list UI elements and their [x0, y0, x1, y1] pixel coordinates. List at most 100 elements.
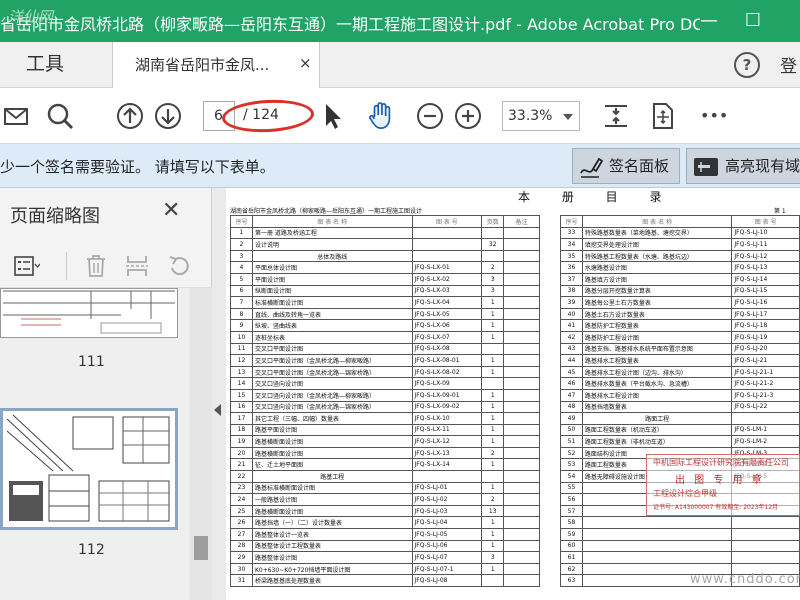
hand-tool-icon[interactable] — [366, 102, 396, 130]
table-cell: JFQ-S-LJ-19 — [731, 330, 800, 344]
options-list-icon[interactable] — [14, 256, 40, 276]
thumbnail-scrollbar[interactable] — [190, 288, 212, 600]
table-cell — [581, 539, 733, 553]
table-row: 51 路面工程数量表（非机动车道） JFQ-S-LM-2 — [560, 435, 800, 448]
table-cell: 21 — [230, 458, 253, 472]
table-cell: 3 — [481, 272, 505, 286]
table-cell: JFQ-S-LX-13 — [411, 446, 483, 460]
tab-tools[interactable]: 工具 — [0, 42, 90, 88]
table-cell: JFQ-S-LJ-11 — [731, 238, 800, 251]
close-icon[interactable]: ✕ — [162, 198, 180, 223]
sign-in-button[interactable]: 登 — [780, 52, 797, 77]
table-cell — [481, 377, 505, 390]
table-cell: 1 — [481, 365, 505, 379]
signature-panel-button[interactable]: 签名面板 — [572, 148, 680, 184]
table-row: 25 路基横断面设计图 JFQ-S-LJ-03 13 — [230, 504, 540, 518]
previous-page-icon[interactable] — [116, 102, 144, 130]
email-icon[interactable] — [4, 102, 28, 130]
table-cell — [503, 272, 540, 286]
table-row: 10 逐桩坐标表 JFQ-S-LX-07 1 — [230, 330, 540, 344]
table-cell — [731, 528, 800, 541]
table-cell: 6 — [230, 284, 253, 298]
table-cell: JFQ-S-LX-08-02 — [411, 365, 483, 379]
thumbnail-toolbar — [0, 244, 212, 288]
table-cell: 路基排水工程数量表 — [581, 354, 733, 367]
table-cell — [481, 342, 505, 356]
table-cell — [411, 249, 483, 263]
table-cell: JFQ-S-LM-1 — [731, 423, 800, 437]
stamp-line: 证书号: A143000007 有效期至: 2023年12月 — [653, 504, 779, 511]
table-row: 5 平面设计图 JFQ-S-LX-02 3 — [230, 272, 540, 286]
next-page-icon[interactable] — [154, 102, 182, 130]
zoom-select[interactable]: 33.3% — [502, 101, 580, 131]
zoom-out-icon[interactable] — [416, 102, 444, 130]
help-icon[interactable]: ? — [734, 52, 760, 78]
table-cell: 56 — [560, 493, 583, 506]
more-tools-button[interactable]: ••• — [700, 102, 730, 130]
full-screen-icon[interactable] — [650, 102, 676, 130]
table-cell: 5 — [230, 272, 253, 286]
table-cell: 24 — [230, 493, 253, 506]
table-row: 7 标准横断面设计图 JFQ-S-LX-04 1 — [230, 296, 540, 309]
table-cell: JFQ-S-LJ-21-2 — [731, 377, 800, 390]
table-cell — [481, 249, 505, 263]
page-thumbnail-111[interactable] — [0, 288, 178, 338]
table-cell: 26 — [230, 516, 253, 530]
table-cell: 1 — [481, 319, 505, 332]
rotate-icon[interactable] — [166, 254, 192, 278]
table-cell: 1 — [481, 330, 505, 344]
column-header: 图 表 号 — [411, 215, 483, 228]
table-cell: 11 — [230, 342, 253, 356]
page-111-drawing — [3, 290, 175, 334]
contents-table-left: 序号 图 表 名 称 图 表 号 页数 备注 1 第一册 道路及桥涵工程 2 设计说明… — [230, 215, 540, 587]
table-cell: 1 — [481, 388, 505, 402]
scrollbar-thumb[interactable] — [194, 536, 208, 560]
minimize-button[interactable]: — — [686, 0, 732, 42]
select-cursor-icon[interactable] — [322, 102, 344, 130]
column-header: 备注 — [503, 215, 540, 228]
extract-pages-icon[interactable] — [124, 254, 150, 278]
table-cell — [503, 296, 540, 309]
column-header: 页数 — [481, 215, 505, 228]
table-row: 29 路基整体设计图 JFQ-S-LJ-07 3 — [230, 551, 540, 564]
table-row: 13 交叉口平面设计图（金凤桥北路—锦家桥路） JFQ-S-LX-08-02 1 — [230, 365, 540, 379]
table-cell: 3 — [481, 284, 505, 298]
table-cell: 40 — [560, 307, 583, 321]
zoom-in-icon[interactable] — [454, 102, 482, 130]
tab-close-icon[interactable]: × — [299, 54, 312, 72]
table-cell: 28 — [230, 539, 253, 553]
trash-icon[interactable] — [84, 254, 108, 278]
corner-watermark: 洋仙网 — [8, 8, 54, 26]
highlight-fields-button[interactable]: 高亮现有域 — [686, 148, 800, 184]
maximize-button[interactable]: ☐ — [730, 0, 776, 42]
table-row: 34 填挖交界处理设计图 JFQ-S-LJ-11 — [560, 238, 800, 251]
table-cell: 1 — [481, 400, 505, 414]
highlight-fields-label: 高亮现有域 — [725, 157, 800, 175]
table-cell: 路基整体设计工程数量表 — [251, 539, 413, 553]
table-row: 2 设计说明 32 — [230, 238, 540, 251]
column-header: 序号 — [230, 215, 253, 228]
table-cell: 1 — [481, 423, 505, 437]
notification-message: 少一个签名需要验证。 请填写以下表单。 — [0, 158, 275, 176]
fit-page-icon[interactable] — [602, 102, 630, 130]
table-row: 49 路面工程 — [560, 412, 800, 425]
panel-title: 页面缩略图 — [10, 206, 100, 227]
table-row: 44 路基排水工程数量表 JFQ-S-LJ-21 — [560, 354, 800, 367]
table-cell: 路面工程数量表（机动车道） — [581, 423, 733, 437]
document-view[interactable]: 本 册 目 录 湖南省岳阳市金凤桥北路（柳家畈路—岳阳东互通）一期工程施工图设计… — [226, 188, 800, 600]
tab-document[interactable]: 湖南省岳阳市金凤... × — [112, 42, 320, 88]
page-thumbnail-112[interactable] — [0, 408, 178, 530]
table-cell: JFQ-S-LJ-13 — [731, 261, 800, 274]
table-cell: JFQ-S-LX-06 — [411, 319, 483, 332]
table-cell: 37 — [560, 272, 583, 286]
table-cell: JFQ-S-LJ-15 — [731, 284, 800, 298]
table-cell: 征、迁土地平面图 — [251, 458, 413, 472]
table-cell: 1 — [481, 562, 505, 576]
table-cell — [731, 516, 800, 530]
signature-notification-bar: 少一个签名需要验证。 请填写以下表单。 签名面板 高亮现有域 — [0, 144, 800, 188]
table-cell — [503, 249, 540, 263]
table-cell: 路面工程 — [581, 412, 733, 425]
sidebar-collapse-handle[interactable] — [212, 188, 226, 600]
search-icon[interactable] — [46, 102, 74, 130]
table-cell: JFQ-S-LJ-07-1 — [411, 562, 483, 576]
